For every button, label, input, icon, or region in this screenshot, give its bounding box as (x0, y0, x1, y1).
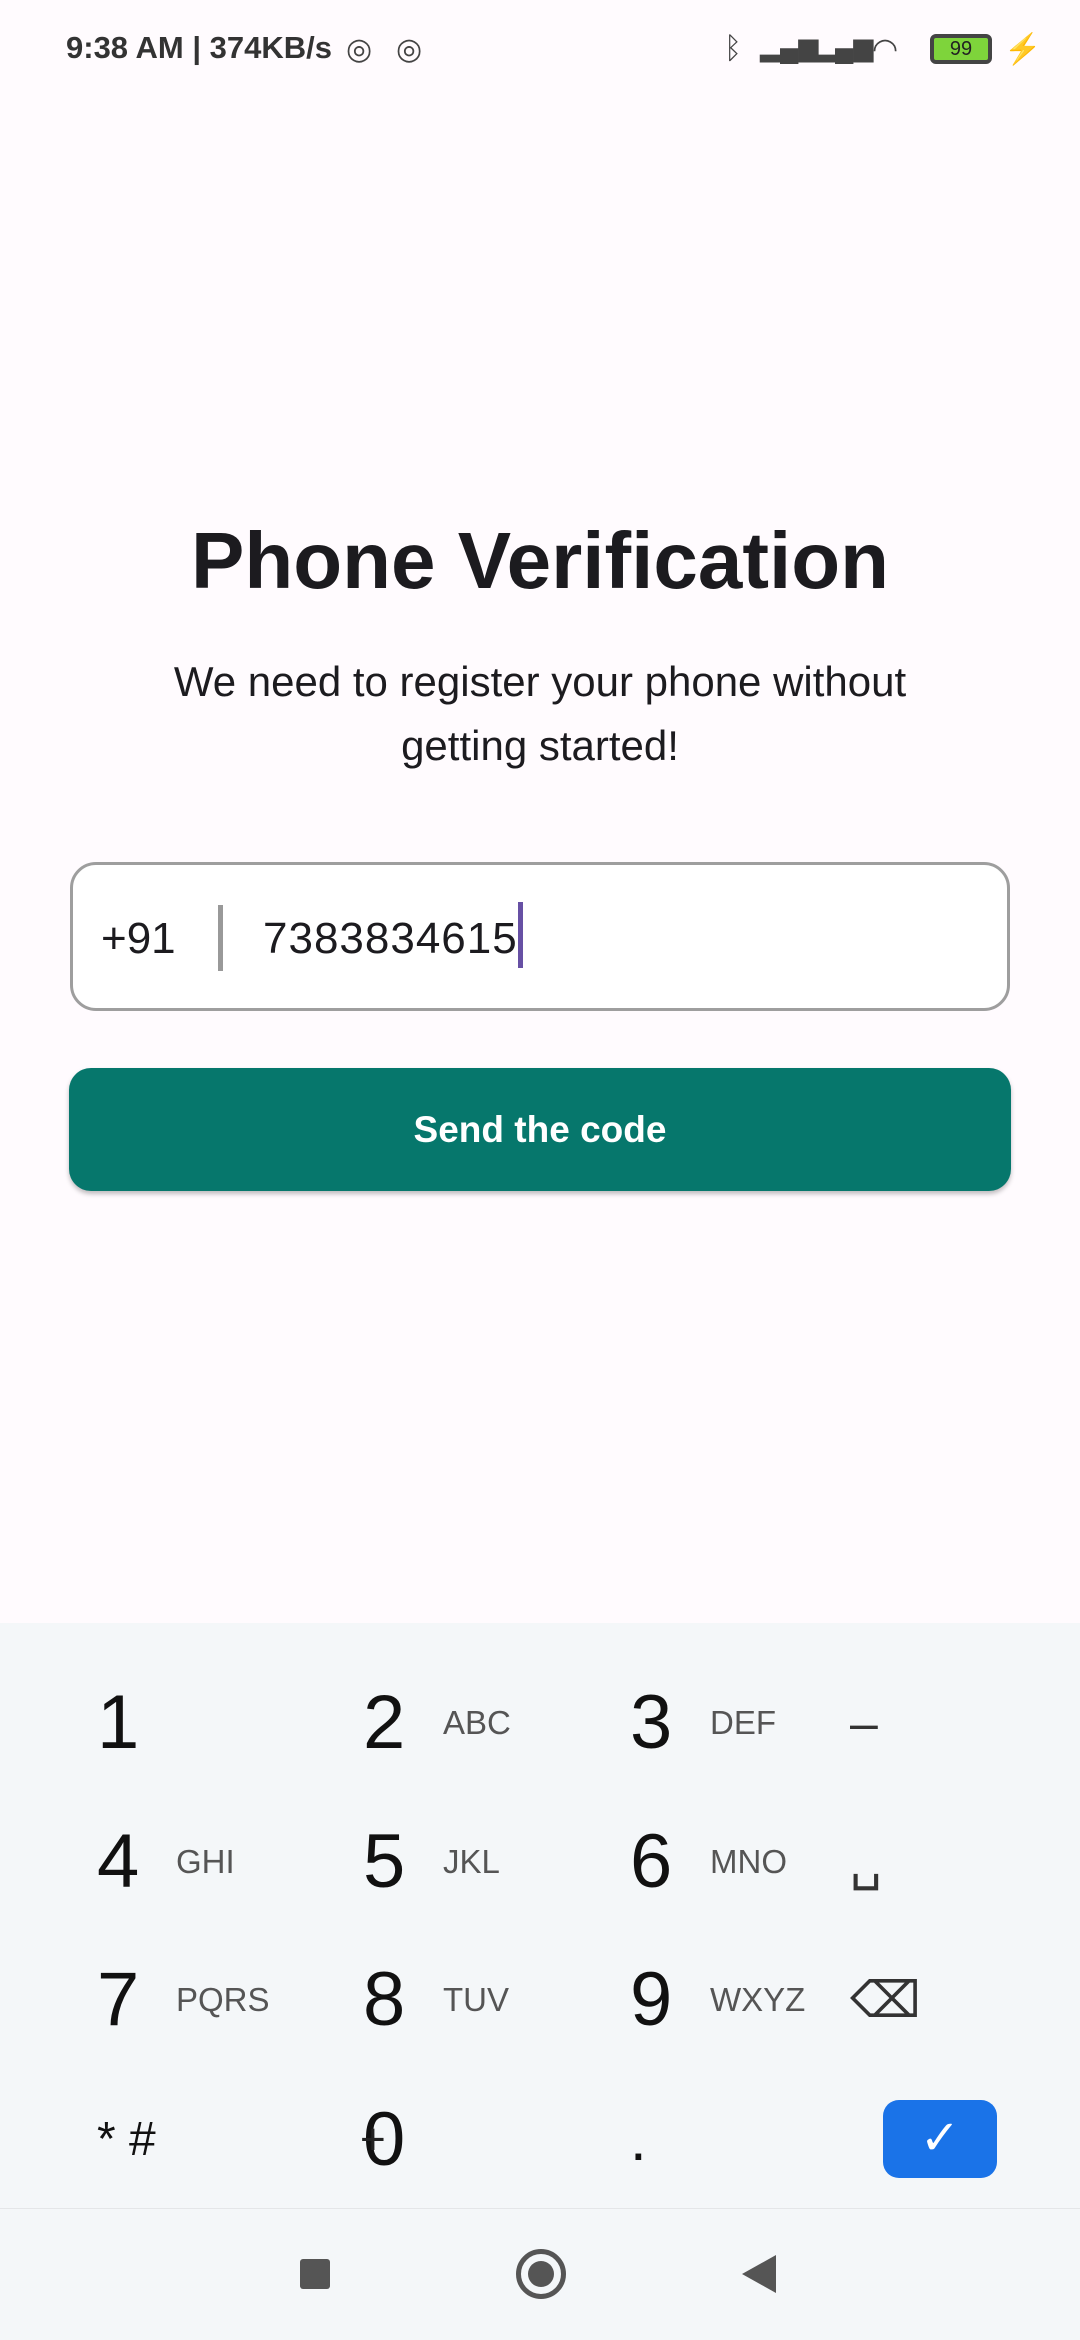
key-digit: * # (97, 2113, 156, 2167)
done-key[interactable]: ✓ (883, 2100, 997, 2178)
key-3[interactable]: 3 DEF (540, 1658, 780, 1788)
key-6[interactable]: 6 MNO (540, 1797, 787, 1927)
phone-number-value: 7383834615 (263, 902, 523, 969)
page-title: Phone Verification (191, 516, 889, 605)
network-speed: 374KB/s (209, 30, 332, 65)
key-digit: ␣ (850, 1834, 882, 1890)
status-bar: 9:38 AM | 374KB/s ◎ ◎ ᛒ ▂▄▆ ▂▄▆ ◠ 99 ⚡ (0, 0, 1080, 100)
signal-icon: ▂▄▆ (815, 32, 874, 62)
key-1[interactable]: 1 (0, 1658, 240, 1788)
key-digit: 5 (363, 1818, 406, 1904)
key-letters: MNO (710, 1843, 787, 1880)
key-letters: TUV (443, 1981, 509, 2018)
wifi-icon: ◠ (872, 33, 899, 66)
key-letters: JKL (443, 1843, 500, 1880)
key-space[interactable]: ␣ (810, 1797, 1050, 1927)
phone-input[interactable]: +91 7383834615 (70, 862, 1010, 1011)
navigation-bar (0, 2208, 1080, 2340)
divider (218, 905, 223, 971)
key-letters: ABC (443, 1704, 511, 1741)
key-digit: – (850, 1695, 878, 1751)
page-subtitle: We need to register your phone without g… (173, 658, 907, 769)
key-period[interactable]: . (540, 2075, 780, 2205)
key-letters: PQRS (176, 1981, 270, 2018)
key-digit: 4 (97, 1818, 140, 1904)
charging-icon: ⚡ (1004, 33, 1042, 66)
status-time: 9:38 AM | 374KB/s (66, 30, 332, 65)
key-5[interactable]: 5 JKL (270, 1797, 510, 1927)
key-2[interactable]: 2 ABC (270, 1658, 511, 1788)
key-letters: GHI (176, 1843, 235, 1880)
key-star-hash[interactable]: * # (0, 2075, 240, 2205)
key-letters: WXYZ (710, 1981, 806, 2018)
notification-icon: ◎ (346, 33, 373, 66)
key-digit: 2 (363, 1679, 406, 1765)
key-digit: . (630, 2106, 647, 2174)
notification-icon: ◎ (396, 33, 423, 66)
key-dash[interactable]: – (810, 1658, 1050, 1788)
home-button[interactable] (516, 2249, 566, 2299)
text-caret (517, 902, 523, 969)
key-0[interactable]: 0 + (270, 2075, 510, 2205)
key-8[interactable]: 8 TUV (270, 1935, 510, 2065)
key-backspace[interactable]: ⌫ (810, 1935, 1050, 2065)
key-letters: + (360, 2115, 386, 2164)
key-7[interactable]: 7 PQRS (0, 1935, 270, 2065)
key-digit: ⌫ (850, 1972, 921, 2028)
key-letters: DEF (710, 1704, 776, 1741)
back-button[interactable] (742, 2255, 776, 2293)
key-digit: 6 (630, 1818, 673, 1904)
key-9[interactable]: 9 WXYZ (540, 1935, 805, 2065)
key-digit: 9 (630, 1956, 673, 2042)
key-digit: 3 (630, 1679, 673, 1765)
key-digit: 8 (363, 1956, 406, 2042)
key-4[interactable]: 4 GHI (0, 1797, 240, 1927)
key-digit: 1 (97, 1679, 140, 1765)
key-digit: 7 (97, 1956, 140, 2042)
recents-button[interactable] (300, 2259, 330, 2289)
bluetooth-icon: ᛒ (724, 32, 742, 65)
country-code[interactable]: +91 (101, 914, 176, 964)
send-code-button[interactable]: Send the code (69, 1068, 1011, 1191)
signal-icon: ▂▄▆ (760, 32, 819, 62)
battery-icon: 99 (930, 34, 992, 64)
